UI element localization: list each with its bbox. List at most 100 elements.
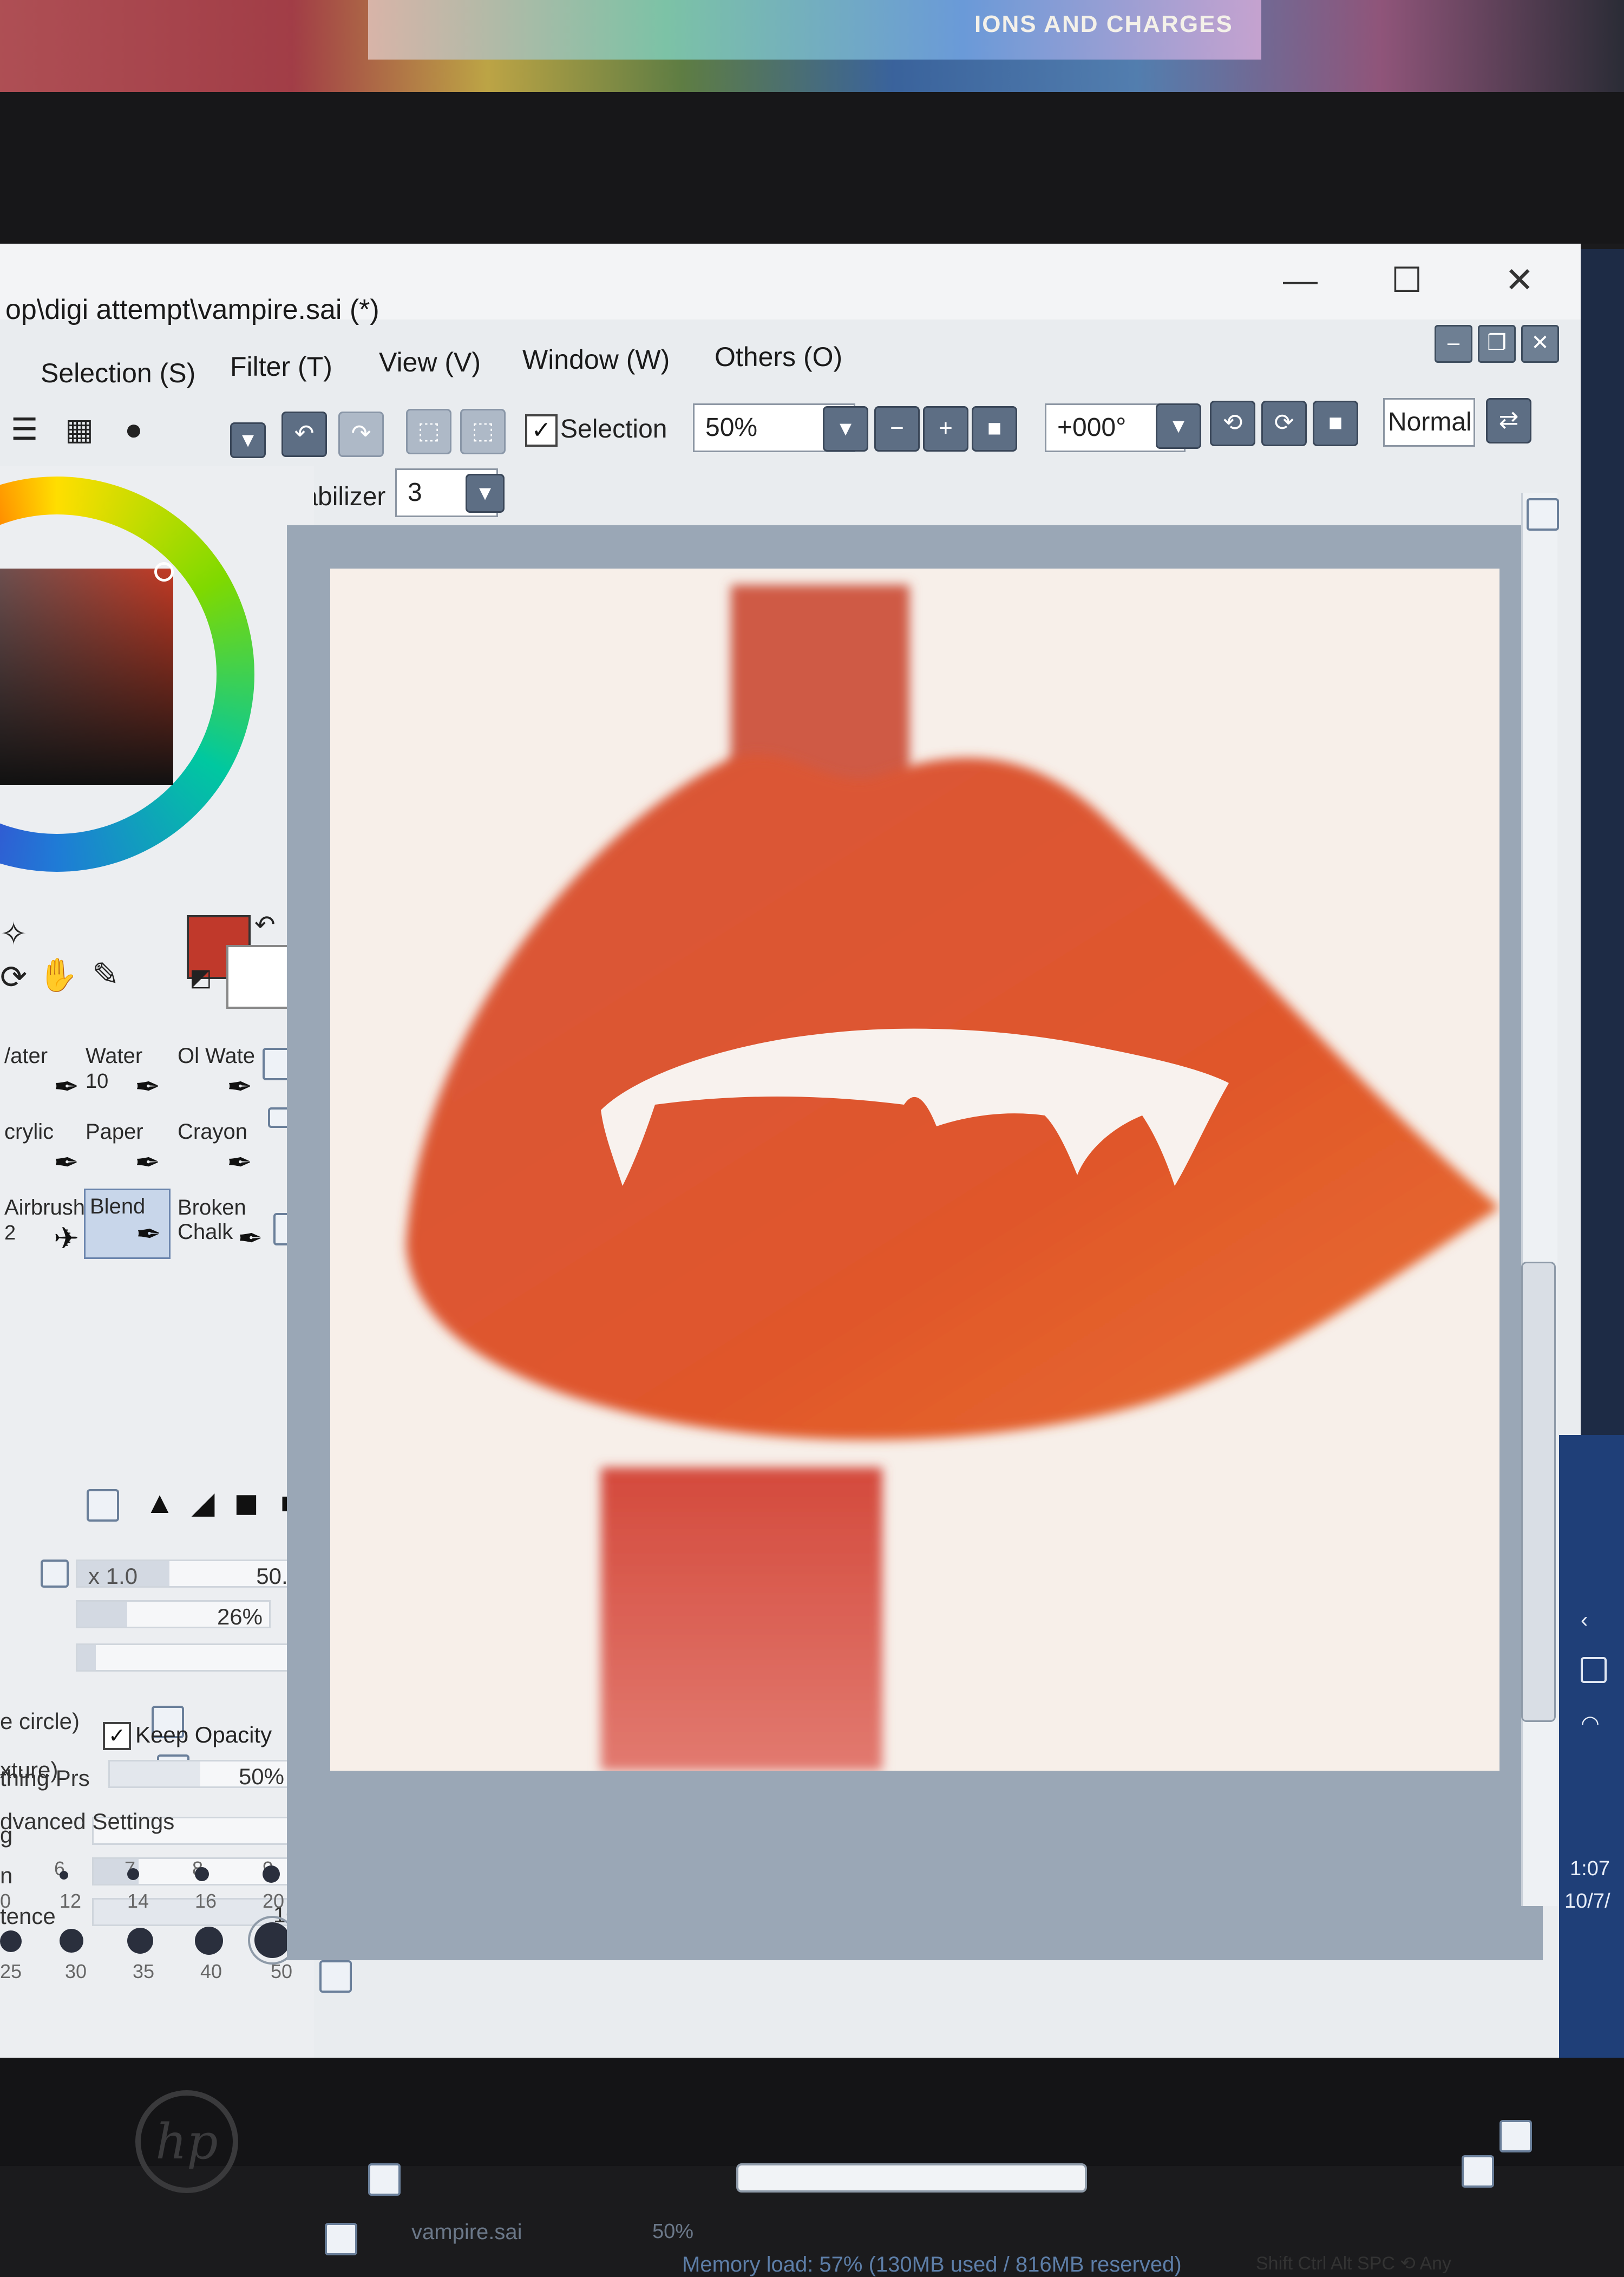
brush-size-slider[interactable]: x 1.0 50.0 (76, 1560, 309, 1589)
menu-filter[interactable]: Filter (T) (230, 351, 332, 382)
brush-shape-hard-icon[interactable]: ◼ (227, 1486, 265, 1519)
tool-oil-water[interactable]: Ol Wate ✒ (173, 1040, 260, 1110)
rotate-cw-button[interactable]: ⟳ (1261, 401, 1307, 446)
color-picker-cursor[interactable] (154, 562, 174, 582)
pen-icon: ✒ (54, 1145, 79, 1179)
list-view-icon[interactable]: ☰ (11, 412, 38, 447)
corner-button-icon[interactable] (1499, 2120, 1532, 2152)
pen-icon: ✒ (54, 1069, 79, 1104)
zoom-dropdown-icon[interactable]: ▾ (823, 406, 868, 452)
menu-view[interactable]: View (V) (379, 347, 481, 378)
document-tab-name[interactable]: vampire.sai (411, 2220, 522, 2245)
undo-button[interactable]: ↶ (281, 412, 327, 457)
menu-window[interactable]: Window (W) (522, 344, 670, 375)
density-slider[interactable]: 8 (76, 1643, 309, 1673)
mdi-restore-icon[interactable]: ❐ (1478, 325, 1516, 363)
tool-label: Paper (86, 1120, 143, 1144)
smoothing-slider[interactable]: 50% (108, 1760, 292, 1789)
tool-acrylic[interactable]: crylic ✒ (0, 1115, 87, 1186)
lasso-icon[interactable]: ⟳ (0, 958, 27, 996)
grid-view-icon[interactable]: ▦ (65, 412, 94, 447)
deselect-button[interactable]: ⬚ (406, 409, 451, 454)
saturation-value-square[interactable] (0, 569, 173, 785)
size-dot[interactable] (263, 1865, 280, 1883)
paint-tool-sai-window: op\digi attempt\vampire.sai (*) — ☐ ✕ – … (0, 244, 1581, 2276)
selection-checkbox[interactable]: ✓ (525, 414, 558, 447)
tool-water-partial[interactable]: /ater ✒ (0, 1040, 87, 1110)
smoothing-value: 50% (238, 1764, 284, 1789)
dropdown-arrow-icon[interactable]: ▾ (230, 422, 266, 458)
smoothing-fill (110, 1761, 200, 1786)
poster-text: IONS AND CHARGES (974, 11, 1233, 37)
stabilizer-dropdown-icon[interactable]: ▾ (466, 474, 505, 513)
rotate-ccw-button[interactable]: ⟲ (1210, 401, 1255, 446)
size-lock-checkbox[interactable] (41, 1560, 69, 1588)
canvas-paper[interactable] (330, 569, 1499, 1771)
scroll-left-icon[interactable] (368, 2163, 401, 2196)
chevron-left-icon[interactable]: ‹ (1581, 1608, 1602, 1632)
tool-airbrush[interactable]: Airbrush 2 ✈ (0, 1191, 87, 1262)
size-dot[interactable] (60, 1871, 68, 1880)
size-dot[interactable] (127, 1868, 139, 1880)
tool-label: Crayon (178, 1120, 247, 1144)
document-tab-zoom: 50% (652, 2220, 694, 2243)
menu-selection[interactable]: Selection (S) (41, 357, 195, 389)
keep-opacity-checkbox[interactable]: ✓ (103, 1722, 131, 1750)
pen-icon: ✒ (136, 1217, 161, 1251)
min-size-slider[interactable]: 26% (76, 1600, 271, 1629)
tool-water[interactable]: Water 10 ✒ (81, 1040, 168, 1110)
scroll-up-icon[interactable] (1527, 498, 1559, 531)
size-dot[interactable] (127, 1928, 153, 1954)
default-colors-icon[interactable]: ◩ (189, 964, 212, 991)
brush-shape-soft-icon[interactable]: ▲ (141, 1486, 179, 1519)
minimize-button[interactable]: — (1283, 260, 1318, 300)
brush-shape-medium-icon[interactable]: ◢ (184, 1486, 222, 1519)
tool-paper[interactable]: Paper ✒ (81, 1115, 168, 1186)
tool-crayon[interactable]: Crayon ✒ (173, 1115, 260, 1186)
size-dot[interactable] (60, 1929, 83, 1953)
device-icon[interactable] (1581, 1657, 1607, 1683)
rotation-dropdown-icon[interactable]: ▾ (1156, 403, 1201, 449)
menu-others[interactable]: Others (O) (715, 341, 842, 373)
size-dot-selected[interactable] (248, 1916, 297, 1965)
invert-selection-button[interactable]: ⬚ (460, 409, 506, 454)
mdi-close-icon[interactable]: ✕ (1521, 325, 1559, 363)
selection-label: Selection (560, 415, 667, 443)
flip-horizontal-button[interactable]: ⇄ (1486, 398, 1531, 443)
redo-button[interactable]: ↷ (338, 412, 384, 457)
layer-mask-icon[interactable]: ● (125, 412, 143, 447)
vertical-scroll-thumb[interactable] (1521, 1262, 1556, 1722)
size-preset-toggle-3[interactable] (319, 1960, 352, 1993)
corner-button-2-icon[interactable] (1462, 2155, 1494, 2188)
size-dot[interactable] (195, 1867, 209, 1881)
swap-colors-icon[interactable]: ↶ (254, 910, 276, 939)
hand-icon[interactable]: ✋ (38, 956, 78, 994)
horizontal-scroll-thumb[interactable] (736, 2163, 1087, 2193)
document-tab-close-icon[interactable] (325, 2223, 357, 2255)
background-color-swatch[interactable] (226, 945, 290, 1009)
tool-blend[interactable]: Blend ✒ (84, 1189, 171, 1259)
zoom-in-button[interactable]: + (923, 406, 968, 452)
taskbar-clock[interactable]: 1:07 (1570, 1857, 1610, 1881)
canvas-viewport[interactable] (287, 525, 1543, 1960)
taskbar-date[interactable]: 10/7/ (1564, 1890, 1610, 1913)
advanced-settings-label[interactable]: dvanced Settings (0, 1809, 174, 1835)
size-dot[interactable] (195, 1927, 223, 1955)
rotation-reset-button[interactable]: ■ (1313, 401, 1358, 446)
zoom-out-button[interactable]: − (874, 406, 920, 452)
brush-shape-toggle[interactable] (87, 1489, 119, 1522)
close-button[interactable]: ✕ (1505, 260, 1534, 301)
magic-wand-icon[interactable]: ✧ (0, 915, 27, 953)
eyedropper-icon[interactable]: ✎ (92, 956, 119, 994)
blend-mode-field[interactable]: Normal (1383, 398, 1475, 447)
wifi-icon[interactable]: ◠ (1581, 1711, 1602, 1736)
tool-size: 10 (86, 1070, 109, 1093)
pen-icon: ✒ (135, 1069, 160, 1104)
tool-broken-chalk[interactable]: Broken Chalk ✒ (173, 1191, 271, 1262)
size-dot[interactable] (0, 1930, 22, 1952)
min-size-value: 26% (217, 1604, 263, 1629)
windows-taskbar: ‹ ◠ 1:07 10/7/ (1559, 1435, 1624, 2058)
dilution-label: n (0, 1863, 13, 1888)
maximize-button[interactable]: ☐ (1391, 260, 1422, 301)
zoom-reset-button[interactable]: ■ (972, 406, 1017, 452)
